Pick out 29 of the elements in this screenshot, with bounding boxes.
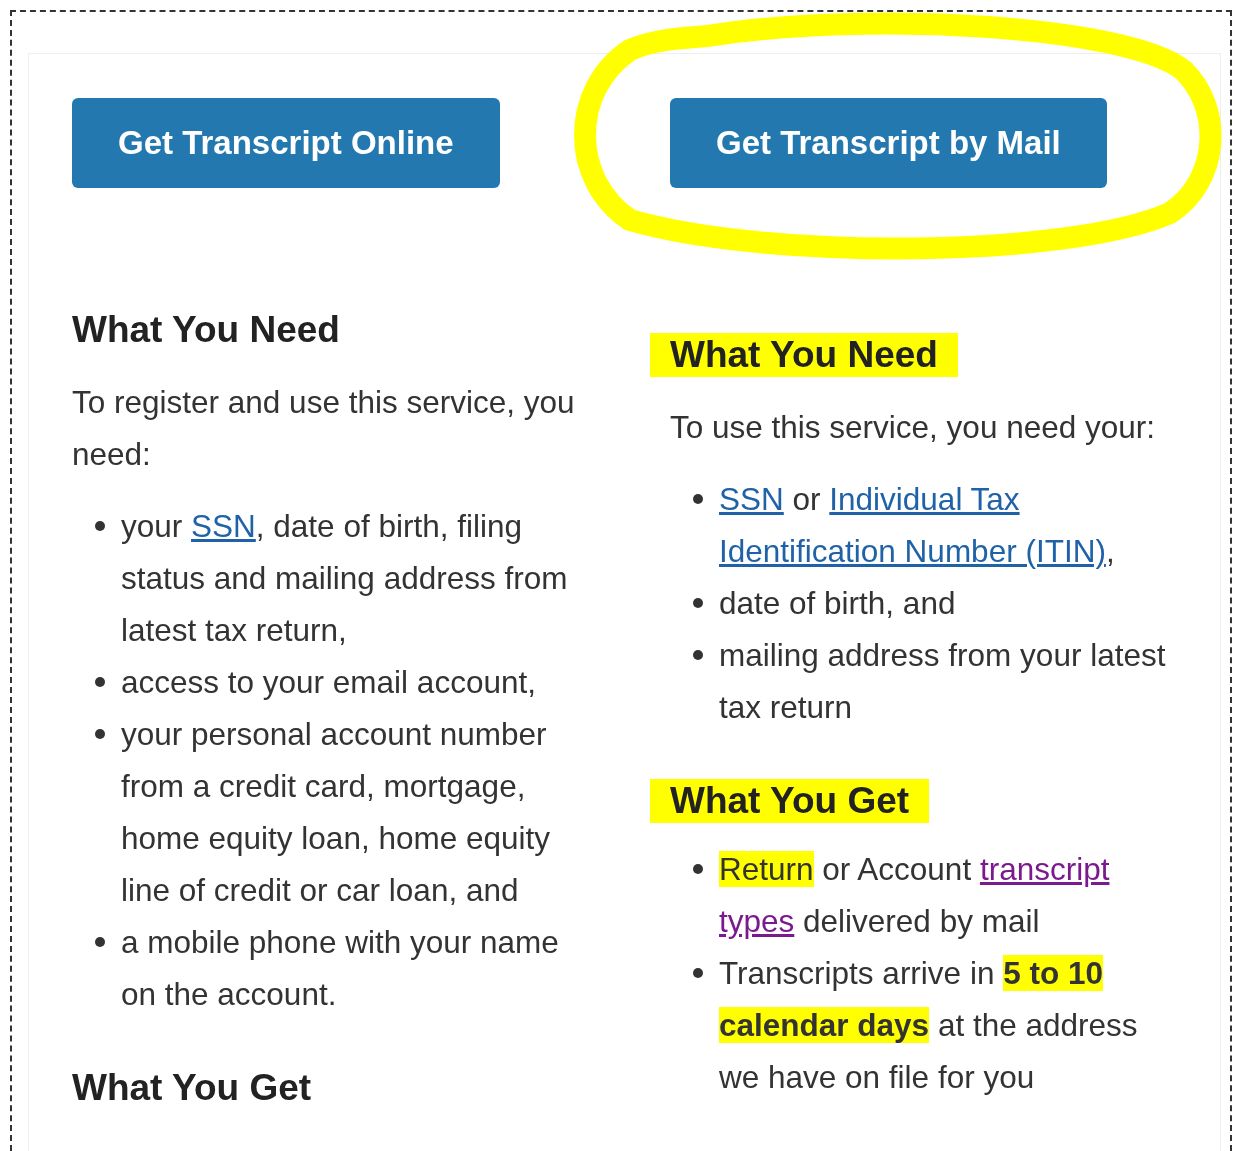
list-item-text: date of birth, and bbox=[719, 584, 956, 623]
intro-text: To register and use this service, you need: bbox=[72, 383, 576, 474]
list-item-text: a mobile phone with your name on the account. bbox=[121, 923, 560, 1014]
bullet-icon bbox=[95, 677, 105, 687]
link[interactable]: SSN bbox=[191, 508, 256, 544]
bullet-icon bbox=[693, 864, 703, 874]
bullet-icon bbox=[95, 937, 105, 947]
transcript-button[interactable]: Get Transcript by Mail bbox=[670, 98, 1107, 188]
link[interactable]: Identification Number (ITIN) bbox=[719, 533, 1106, 569]
section-heading: What You Need bbox=[650, 333, 958, 377]
bullet-icon bbox=[693, 598, 703, 608]
link[interactable]: transcript bbox=[979, 851, 1110, 887]
transcript-button[interactable]: Get Transcript Online bbox=[72, 98, 500, 188]
link[interactable]: Individual Tax bbox=[829, 481, 1020, 517]
list-item-text: access to your email account, bbox=[121, 663, 536, 702]
list-item-text: mailing address from your latest tax return bbox=[719, 636, 1167, 727]
section-heading: What You Get bbox=[72, 1066, 312, 1110]
intro-text: To use this service, you need your: bbox=[670, 408, 1156, 447]
link[interactable]: SSN bbox=[719, 481, 784, 517]
list-item-text: Return or Account transcript types delivered by mail bbox=[719, 850, 1111, 941]
list-item-text: Transcripts arrive in 5 to 10 calendar days at the address we have on file for you bbox=[719, 954, 1139, 1097]
bullet-icon bbox=[693, 650, 703, 660]
section-heading: What You Need bbox=[72, 308, 340, 352]
bullet-icon bbox=[95, 729, 105, 739]
bullet-icon bbox=[693, 968, 703, 978]
link[interactable]: types bbox=[719, 903, 795, 939]
section-heading: What You Get bbox=[650, 779, 930, 823]
bullet-icon bbox=[95, 521, 105, 531]
bullet-icon bbox=[693, 494, 703, 504]
